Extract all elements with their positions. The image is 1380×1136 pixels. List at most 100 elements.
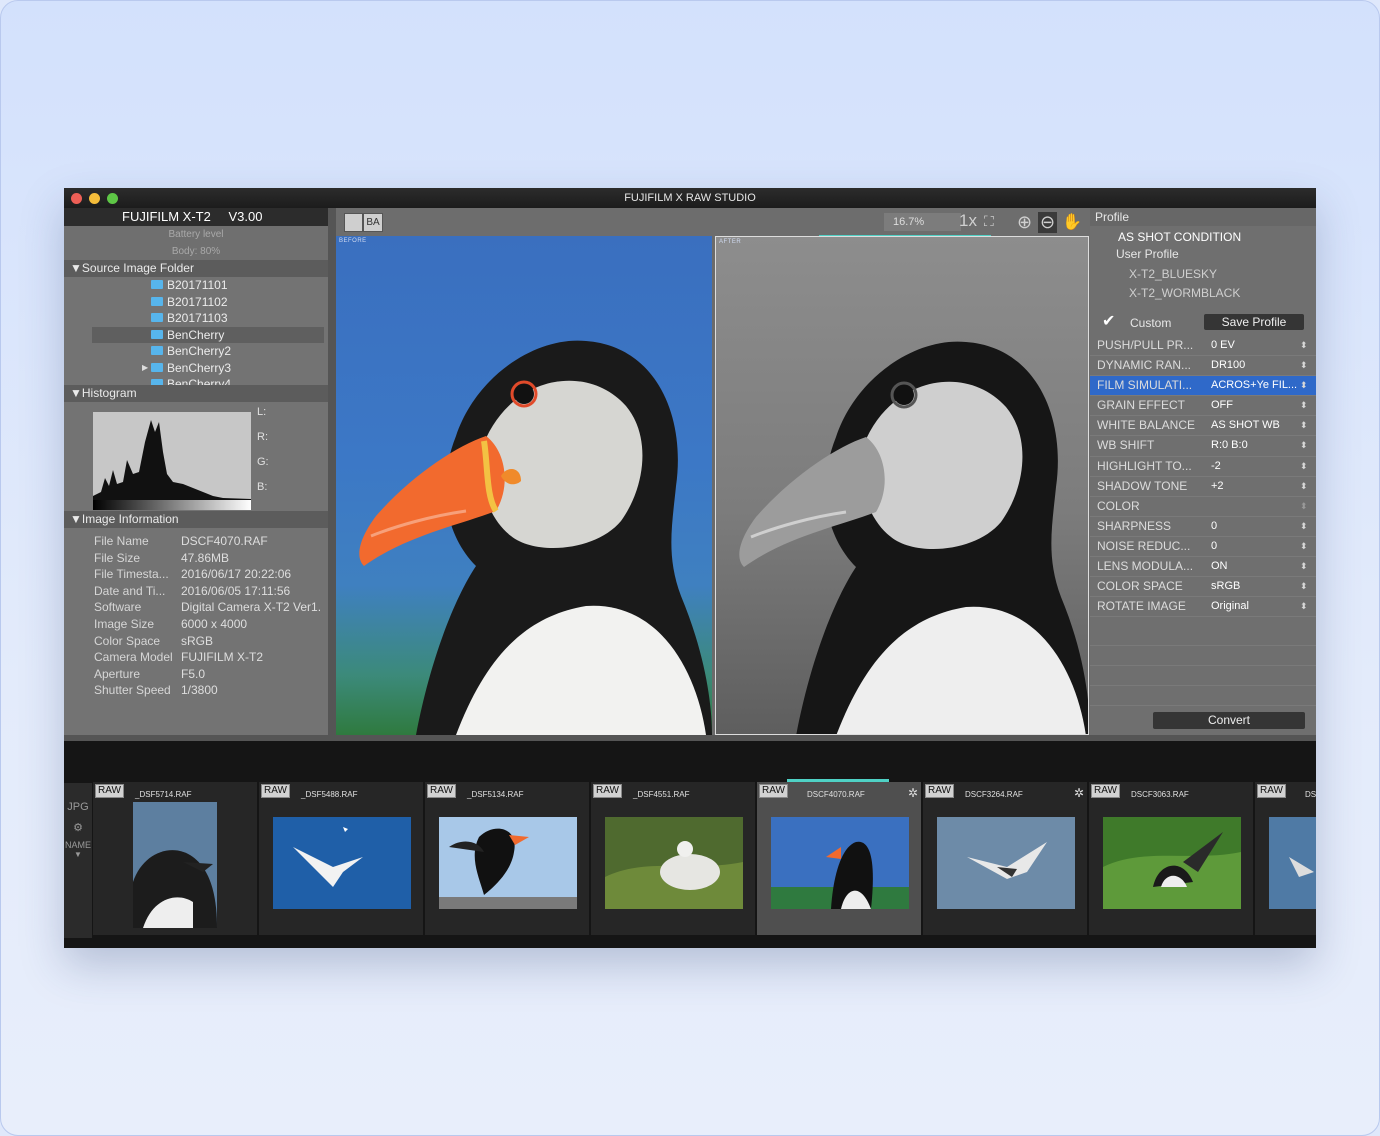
param-value[interactable]: sRGB: [1211, 577, 1240, 596]
info-value: FUJIFILM X-T2: [181, 650, 264, 665]
stepper-icon[interactable]: ⬍: [1300, 356, 1308, 375]
param-row[interactable]: NOISE REDUC... 0 ⬍: [1090, 537, 1316, 558]
param-row[interactable]: HIGHLIGHT TO... -2 ⬍: [1090, 457, 1316, 477]
after-image[interactable]: AFTER: [715, 236, 1089, 735]
stepper-icon[interactable]: ⬍: [1300, 597, 1308, 616]
param-value[interactable]: R:0 B:0: [1211, 436, 1248, 455]
stepper-icon[interactable]: ⬍: [1300, 336, 1308, 355]
thumbnail[interactable]: RAW DS: [1255, 782, 1316, 935]
close-window-button[interactable]: [71, 193, 82, 204]
param-row[interactable]: SHARPNESS 0 ⬍: [1090, 517, 1316, 537]
param-row-selected[interactable]: FILM SIMULATI... ACROS+Ye FIL... ⬍: [1090, 376, 1316, 397]
section-source-folder[interactable]: ▼Source Image Folder: [64, 260, 328, 277]
fit-screen-icon[interactable]: ⛶: [984, 213, 994, 230]
stepper-icon[interactable]: ⬍: [1300, 557, 1308, 576]
param-value[interactable]: 0 EV: [1211, 336, 1235, 355]
param-row[interactable]: DYNAMIC RAN... DR100 ⬍: [1090, 356, 1316, 377]
param-row[interactable]: WB SHIFT R:0 B:0 ⬍: [1090, 436, 1316, 457]
thumbnail[interactable]: RAW _DSF5714.RAF: [93, 782, 257, 935]
info-row: File Name DSCF4070.RAF: [64, 533, 328, 550]
minimize-window-button[interactable]: [89, 193, 100, 204]
stepper-icon[interactable]: ⬍: [1300, 376, 1308, 395]
param-row[interactable]: PUSH/PULL PR... 0 EV ⬍: [1090, 336, 1316, 357]
param-row[interactable]: COLOR SPACE sRGB ⬍: [1090, 577, 1316, 598]
one-to-one-icon[interactable]: 1x: [959, 211, 977, 231]
folder-item[interactable]: B20171101: [64, 277, 328, 294]
param-label: PUSH/PULL PR...: [1097, 338, 1194, 352]
param-label: NOISE REDUC...: [1097, 538, 1191, 553]
param-value[interactable]: Original: [1211, 597, 1249, 616]
stepper-icon[interactable]: ⬍: [1300, 477, 1308, 496]
zoom-level-field[interactable]: 16.7%: [884, 213, 961, 231]
stepper-icon[interactable]: ⬍: [1300, 416, 1308, 435]
sort-jpg-toggle[interactable]: JPG: [64, 801, 92, 813]
folder-item[interactable]: ▶ BenCherry3: [64, 360, 328, 377]
thumbnail[interactable]: RAW _DSF5134.RAF: [425, 782, 589, 935]
single-view-button[interactable]: [344, 213, 363, 232]
param-value[interactable]: +2: [1211, 477, 1224, 496]
camera-model: FUJIFILM X-T2: [122, 209, 211, 224]
stepper-icon[interactable]: ⬍: [1300, 396, 1308, 415]
thumbnail-selected[interactable]: RAW DSCF4070.RAF ✲: [757, 779, 921, 935]
param-value[interactable]: ON: [1211, 557, 1228, 576]
battery-value: Body: 80%: [171, 246, 221, 257]
custom-profile-label[interactable]: Custom: [1130, 316, 1171, 330]
raw-badge: RAW: [925, 784, 954, 798]
param-value[interactable]: AS SHOT WB: [1211, 416, 1280, 435]
convert-button[interactable]: Convert: [1153, 712, 1305, 729]
param-value[interactable]: 0: [1211, 537, 1217, 556]
param-value[interactable]: -2: [1211, 457, 1221, 476]
save-profile-button[interactable]: Save Profile: [1204, 314, 1304, 330]
zoom-window-button[interactable]: [107, 193, 118, 204]
param-label: LENS MODULA...: [1097, 559, 1194, 574]
param-row[interactable]: LENS MODULA... ON ⬍: [1090, 557, 1316, 578]
param-value[interactable]: DR100: [1211, 356, 1245, 375]
zoom-in-icon[interactable]: ⊕: [1017, 212, 1032, 233]
raw-badge: RAW: [261, 784, 290, 798]
param-label: GRAIN EFFECT: [1097, 398, 1186, 413]
param-row[interactable]: WHITE BALANCE AS SHOT WB ⬍: [1090, 416, 1316, 437]
stepper-icon[interactable]: ⬍: [1300, 436, 1308, 455]
stepper-icon[interactable]: ⬍: [1300, 497, 1308, 516]
before-image[interactable]: BEFORE: [336, 236, 712, 735]
stepper-icon[interactable]: ⬍: [1300, 457, 1308, 476]
before-after-button[interactable]: BA: [363, 213, 383, 232]
param-value[interactable]: OFF: [1211, 396, 1233, 415]
param-label: COLOR: [1097, 498, 1140, 513]
thumbnail[interactable]: RAW DSCF3264.RAF ✲: [923, 782, 1087, 935]
expand-triangle-icon[interactable]: ▶: [142, 360, 148, 377]
param-row[interactable]: SHADOW TONE +2 ⬍: [1090, 477, 1316, 497]
sort-direction-icon[interactable]: ▼: [64, 850, 92, 859]
stepper-icon[interactable]: ⬍: [1300, 577, 1308, 596]
param-value[interactable]: 0: [1211, 517, 1217, 536]
section-histogram[interactable]: ▼Histogram: [64, 385, 328, 402]
panel-splitter[interactable]: [328, 208, 336, 735]
folder-item[interactable]: BenCherry4: [64, 376, 328, 385]
empty-rows: [1090, 626, 1316, 706]
folder-item[interactable]: B20171103: [64, 310, 328, 327]
info-key: File Size: [94, 550, 141, 565]
stepper-icon[interactable]: ⬍: [1300, 537, 1308, 556]
thumbnail[interactable]: RAW _DSF5488.RAF: [259, 782, 423, 935]
section-image-info[interactable]: ▼Image Information: [64, 511, 328, 528]
info-value: sRGB: [181, 633, 214, 648]
param-value[interactable]: ACROS+Ye FIL...: [1211, 376, 1297, 395]
thumbnail[interactable]: RAW _DSF4551.RAF: [591, 782, 755, 935]
profile-item[interactable]: X-T2_BLUESKY: [1090, 265, 1316, 284]
param-row[interactable]: GRAIN EFFECT OFF ⬍: [1090, 396, 1316, 417]
sort-name-toggle[interactable]: NAME: [64, 840, 92, 850]
info-key: Camera Model: [94, 650, 173, 665]
thumbnail[interactable]: RAW DSCF3063.RAF: [1089, 782, 1253, 935]
profile-as-shot[interactable]: AS SHOT CONDITION: [1090, 228, 1316, 247]
folder-item[interactable]: B20171102: [64, 294, 328, 311]
stepper-icon[interactable]: ⬍: [1300, 517, 1308, 536]
zoom-out-icon[interactable]: ⊖: [1038, 212, 1058, 233]
param-row[interactable]: ROTATE IMAGE Original ⬍: [1090, 597, 1316, 618]
hand-tool-icon[interactable]: ✋: [1062, 212, 1082, 232]
folder-item-selected[interactable]: BenCherry: [92, 326, 324, 343]
folder-item[interactable]: BenCherry2: [64, 343, 328, 360]
profile-item[interactable]: X-T2_WORMBLACK: [1090, 284, 1316, 303]
camera-sort-icon[interactable]: ⚙: [64, 821, 92, 834]
folder-label: BenCherry4: [167, 377, 232, 385]
param-row[interactable]: COLOR ⬍: [1090, 497, 1316, 517]
